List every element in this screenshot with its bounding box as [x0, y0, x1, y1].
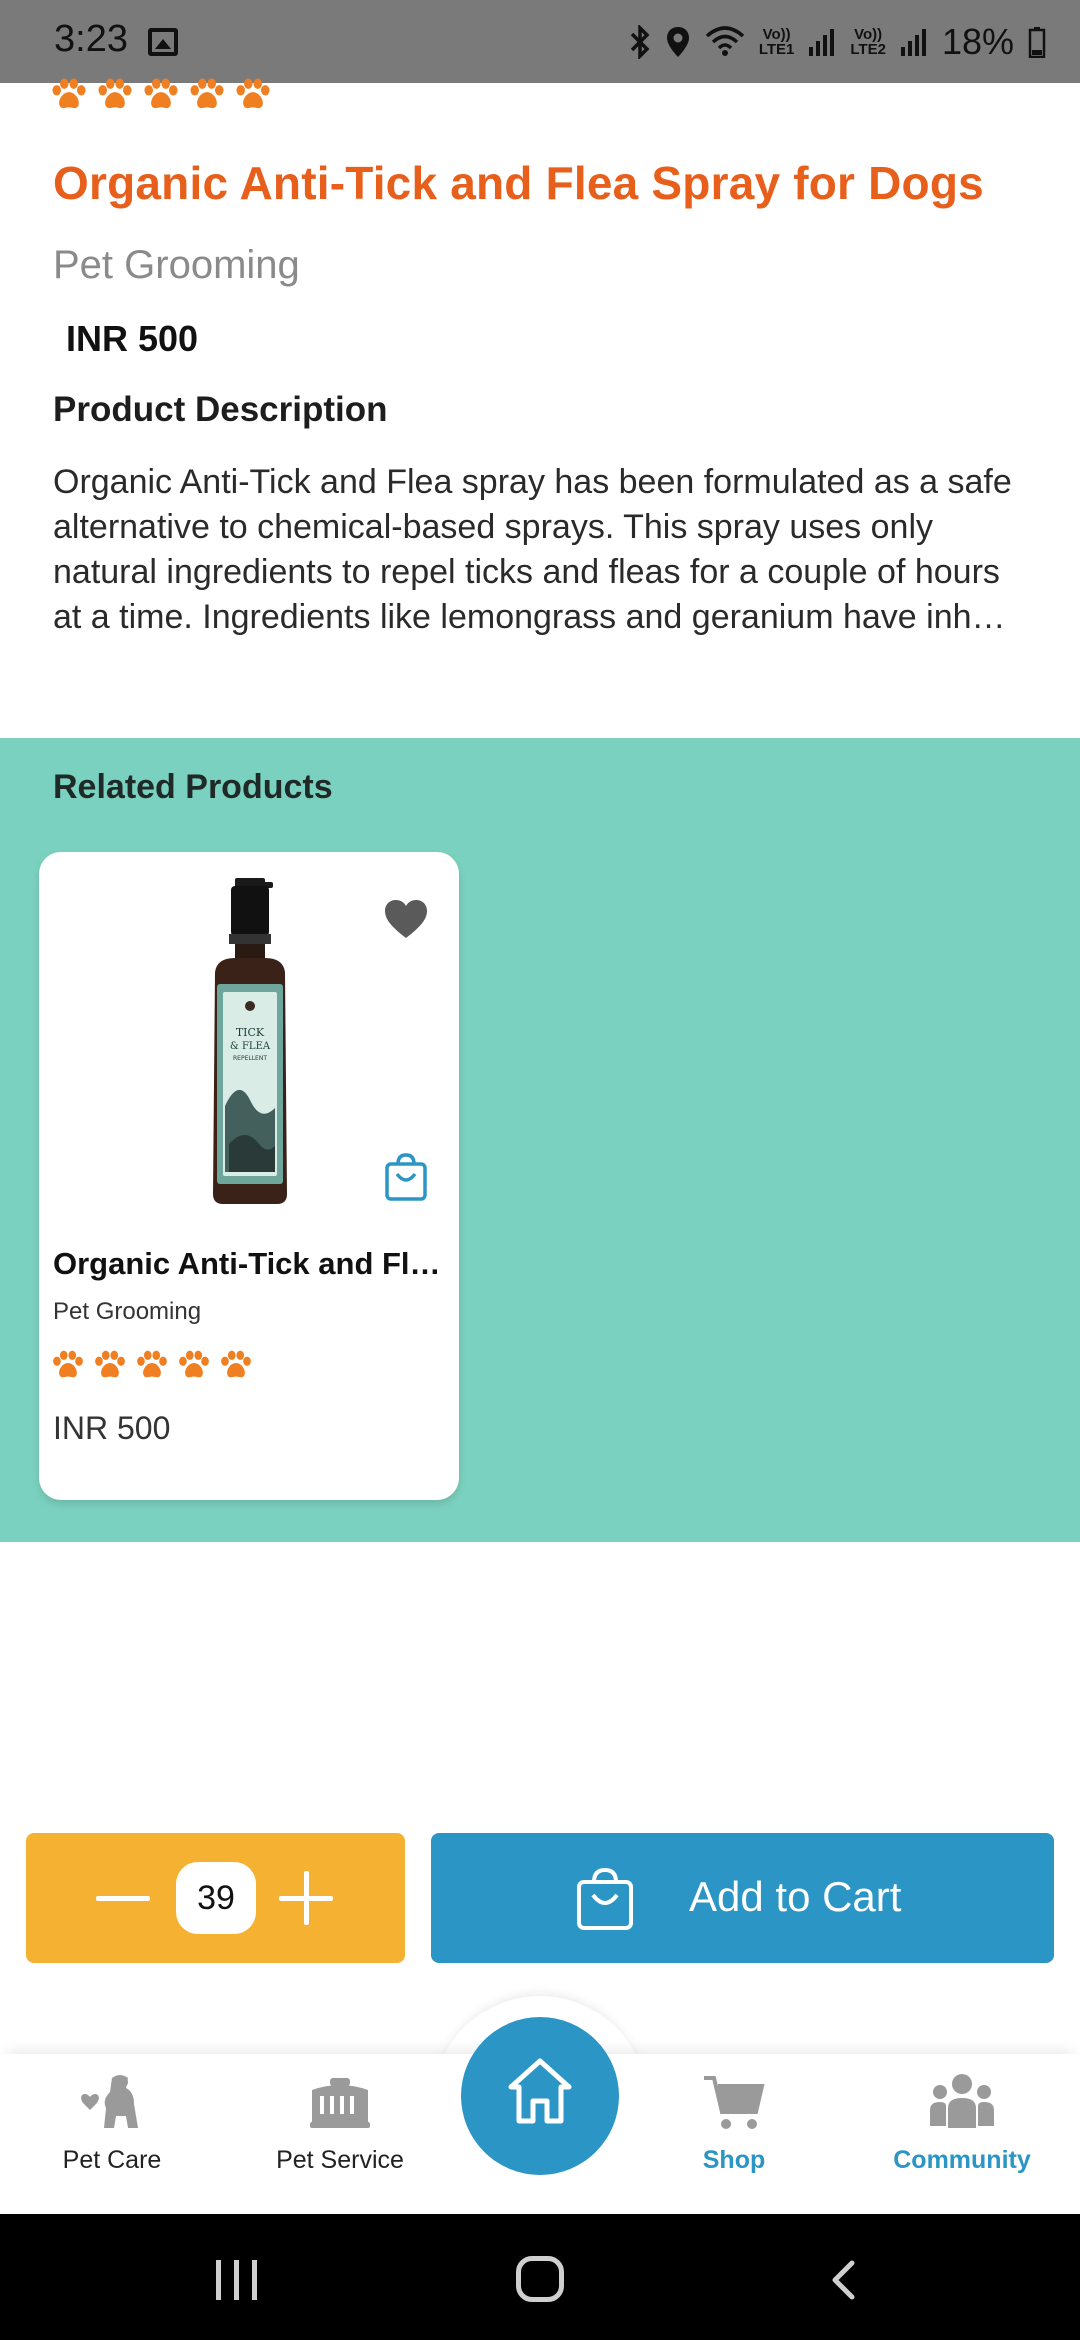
pet-care-icon — [81, 2075, 138, 2128]
lte2-label: LTE2 — [850, 41, 886, 58]
back-icon[interactable] — [828, 2260, 858, 2300]
product-image: TICK & FLEA REPELLENT — [213, 878, 287, 1204]
system-home-button[interactable] — [516, 2256, 564, 2302]
battery-percent: 18% — [941, 21, 1014, 62]
signal-icon — [809, 29, 835, 56]
status-indicators: Vo)) LTE1 Vo)) LTE2 18% — [629, 20, 1046, 64]
paw-star-icon — [142, 78, 180, 112]
shopping-bag-icon — [577, 1867, 633, 1930]
related-product-title: Organic Anti-Tick and Fl… — [53, 1246, 441, 1281]
wishlist-heart-icon[interactable] — [383, 898, 429, 940]
nav-item-pet-service[interactable]: Pet Service — [240, 2070, 440, 2200]
nav-item-shop[interactable]: Shop — [634, 2070, 834, 2200]
description-heading: Product Description — [53, 390, 388, 429]
related-product-card[interactable]: TICK & FLEA REPELLENT Organic Anti-Tick … — [39, 852, 459, 1500]
paw-star-icon — [135, 1350, 169, 1381]
lte1-indicator: Vo)) LTE1 — [759, 27, 795, 57]
pet-carrier-icon — [310, 2078, 370, 2128]
product-price: INR 500 — [66, 318, 199, 359]
nav-label-pet-service: Pet Service — [276, 2146, 404, 2174]
paw-star-icon — [234, 78, 272, 112]
related-product-price: INR 500 — [53, 1410, 171, 1446]
status-time: 3:23 — [54, 18, 128, 60]
system-navigation-bar — [0, 2214, 1080, 2340]
volte-label: Vo)) — [854, 26, 883, 43]
quantity-stepper: 39 — [26, 1833, 405, 1963]
community-icon — [930, 2074, 994, 2128]
paw-star-icon — [50, 78, 88, 112]
increment-button[interactable] — [279, 1871, 333, 1925]
signal-icon — [900, 29, 926, 56]
nav-label-pet-care: Pet Care — [62, 2146, 162, 2174]
product-rating — [50, 78, 272, 112]
product-description[interactable]: Organic Anti-Tick and Flea spray has bee… — [53, 460, 1013, 685]
status-bar: 3:23 Vo)) LTE1 Vo)) LTE2 18% — [0, 0, 1080, 83]
recent-apps-button[interactable] — [216, 2260, 260, 2300]
paw-star-icon — [219, 1350, 253, 1381]
lte2-indicator: Vo)) LTE2 — [850, 27, 886, 57]
paw-star-icon — [93, 1350, 127, 1381]
bottle-label-line3: REPELLENT — [233, 1055, 267, 1062]
gallery-notification-icon — [148, 28, 178, 56]
decrement-button[interactable] — [96, 1881, 150, 1915]
related-product-category: Pet Grooming — [53, 1298, 202, 1325]
paw-star-icon — [96, 78, 134, 112]
home-icon — [508, 2058, 572, 2124]
quantity-value[interactable]: 39 — [176, 1862, 256, 1934]
nav-label-shop: Shop — [702, 2146, 766, 2174]
volte-label: Vo)) — [762, 26, 791, 43]
bluetooth-icon — [630, 25, 650, 59]
add-to-bag-icon[interactable] — [383, 1152, 429, 1202]
bottle-label-line1: TICK — [236, 1026, 265, 1039]
nav-home-button[interactable] — [461, 2017, 619, 2175]
paw-star-icon — [188, 78, 226, 112]
related-product-rating — [51, 1350, 253, 1381]
nav-item-community[interactable]: Community — [862, 2070, 1062, 2200]
location-icon — [666, 27, 689, 57]
nav-item-pet-care[interactable]: Pet Care — [12, 2070, 212, 2200]
add-to-cart-button[interactable]: Add to Cart — [431, 1833, 1054, 1963]
add-to-cart-label: Add to Cart — [689, 1873, 902, 1920]
wifi-icon — [705, 26, 744, 56]
nav-label-community: Community — [893, 2146, 1031, 2174]
related-products-heading: Related Products — [53, 768, 333, 806]
shopping-cart-icon — [704, 2076, 765, 2129]
lte1-label: LTE1 — [758, 41, 795, 58]
paw-star-icon — [51, 1350, 85, 1381]
product-category: Pet Grooming — [53, 243, 300, 287]
paw-star-icon — [177, 1350, 211, 1381]
product-title: Organic Anti-Tick and Flea Spray for Dog… — [53, 157, 984, 209]
bottle-label-line2: & FLEA — [230, 1041, 271, 1052]
related-products-section: Related Products TICK & FLEA REPELLENT O — [0, 738, 1080, 1542]
battery-icon — [1028, 27, 1046, 58]
